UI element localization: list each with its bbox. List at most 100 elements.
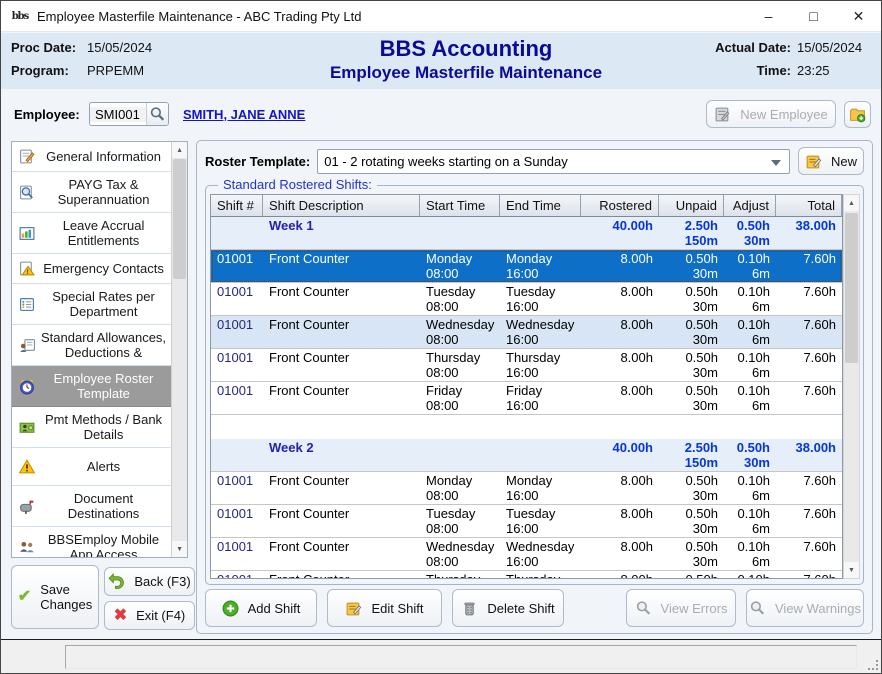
- sidebar-item-label: Emergency Contacts: [40, 261, 167, 276]
- sidebar-scrollbar-thumb[interactable]: [173, 159, 186, 279]
- sidebar-item-pmt-methods[interactable]: Pmt Methods / Bank Details: [12, 407, 171, 448]
- blank-row: [211, 415, 842, 439]
- mailbox-icon: [16, 498, 38, 515]
- actual-date-label: Actual Date:: [715, 40, 791, 55]
- sidebar-item-bbsemploy-mobile-app[interactable]: BBSEmploy Mobile App Access: [12, 527, 171, 558]
- sidebar-item-label: Document Destinations: [40, 491, 167, 521]
- adjust-hours: 0.10h: [730, 506, 770, 521]
- unpaid-minutes: 30m: [665, 488, 718, 503]
- shift-row[interactable]: 01001 Front Counter Wednesday08:00 Wedne…: [211, 316, 842, 349]
- sidebar-scrollbar[interactable]: ▲ ▼: [171, 142, 187, 557]
- shift-number: 01001: [217, 539, 257, 554]
- proc-date-value: 15/05/2024: [87, 40, 152, 55]
- employee-name-link[interactable]: SMITH, JANE ANNE: [183, 107, 305, 122]
- view-errors-button[interactable]: View Errors: [626, 589, 736, 627]
- view-warnings-button[interactable]: View Warnings: [746, 589, 864, 627]
- week-adjust-minutes: 30m: [730, 233, 770, 248]
- app-title: BBS Accounting: [256, 36, 676, 62]
- save-changes-button[interactable]: ✔ Save Changes: [11, 565, 99, 629]
- end-time: 16:00: [506, 398, 575, 413]
- bank-money-icon: [16, 419, 38, 436]
- edit-shift-label: Edit Shift: [371, 601, 423, 616]
- add-shift-button[interactable]: Add Shift: [205, 589, 317, 627]
- shift-row[interactable]: 01001 Front Counter Tuesday08:00 Tuesday…: [211, 283, 842, 316]
- week-unpaid-hours: 2.50h: [665, 440, 718, 455]
- column-header[interactable]: Rostered: [581, 195, 659, 216]
- week-summary-row: Week 2 40.00h 2.50h150m 0.50h30m 38.00h: [211, 439, 842, 472]
- column-header[interactable]: Adjust: [724, 195, 776, 216]
- shift-row[interactable]: 01001 Front Counter Wednesday08:00 Wedne…: [211, 538, 842, 571]
- sidebar-item-leave-accrual[interactable]: Leave Accrual Entitlements: [12, 213, 171, 254]
- sidebar-item-alerts[interactable]: Alerts: [12, 448, 171, 486]
- sidebar-item-standard-allowances[interactable]: Standard Allowances, Deductions &: [12, 325, 171, 366]
- view-errors-label: View Errors: [661, 601, 728, 616]
- column-header[interactable]: End Time: [500, 195, 581, 216]
- column-header[interactable]: Shift Description: [263, 195, 420, 216]
- shift-row[interactable]: 01001 Front Counter Thursday08:00 Thursd…: [211, 349, 842, 382]
- sidebar-item-employee-roster-template[interactable]: Employee Roster Template: [12, 366, 171, 407]
- new-roster-label: New: [831, 154, 857, 169]
- total-hours: 7.60h: [782, 284, 836, 299]
- sidebar-item-special-rates[interactable]: Special Rates per Department: [12, 284, 171, 325]
- new-employee-label: New Employee: [740, 107, 827, 122]
- column-header[interactable]: Shift #: [211, 195, 263, 216]
- window-title: Employee Masterfile Maintenance - ABC Tr…: [37, 9, 361, 24]
- table-scrollbar[interactable]: ▲ ▼: [843, 194, 860, 579]
- week-summary-row: Week 1 40.00h 2.50h150m 0.50h30m 38.00h: [211, 217, 842, 250]
- shift-row[interactable]: 01001 Front Counter Monday08:00 Monday16…: [211, 250, 842, 283]
- new-employee-button[interactable]: New Employee: [706, 100, 836, 128]
- start-time: 08:00: [426, 488, 494, 503]
- total-hours: 7.60h: [782, 350, 836, 365]
- sidebar-item-general-information[interactable]: General Information: [12, 142, 171, 172]
- exit-button[interactable]: ✖ Exit (F4): [104, 601, 195, 630]
- roster-template-select[interactable]: 01 - 2 rotating weeks starting on a Sund…: [317, 149, 790, 174]
- column-header[interactable]: Total: [776, 195, 842, 216]
- sidebar-item-emergency-contacts[interactable]: ! Emergency Contacts: [12, 254, 171, 284]
- close-button[interactable]: ✕: [836, 1, 881, 31]
- week-label: Week 1: [269, 218, 414, 233]
- open-employee-folder-button[interactable]: [844, 101, 871, 128]
- total-hours: 7.60h: [782, 251, 836, 266]
- scroll-up-icon[interactable]: ▲: [844, 195, 859, 211]
- unpaid-hours: 0.50h: [665, 539, 718, 554]
- shift-description: Front Counter: [269, 383, 414, 398]
- end-time: 16:00: [506, 521, 575, 536]
- week-unpaid-minutes: 150m: [665, 233, 718, 248]
- shift-description: Front Counter: [269, 317, 414, 332]
- shift-row[interactable]: 01001 Front Counter Thursday08:00 Thursd…: [211, 571, 842, 579]
- sidebar-item-document-destinations[interactable]: Document Destinations: [12, 486, 171, 527]
- delete-shift-button[interactable]: Delete Shift: [452, 589, 564, 627]
- new-roster-button[interactable]: New: [798, 147, 864, 175]
- start-time: 08:00: [426, 398, 494, 413]
- sidebar-item-payg-tax[interactable]: PAYG Tax & Superannuation: [12, 172, 171, 213]
- unpaid-minutes: 30m: [665, 365, 718, 380]
- employee-code-input[interactable]: [90, 107, 146, 122]
- scroll-down-icon[interactable]: ▼: [844, 562, 859, 578]
- shifts-table-header: Shift # Shift Description Start Time End…: [211, 195, 842, 217]
- time-value: 23:25: [797, 63, 869, 78]
- back-button[interactable]: Back (F3): [104, 567, 195, 596]
- roster-clock-icon: [16, 378, 38, 395]
- start-day: Wednesday: [426, 317, 494, 332]
- start-day: Thursday: [426, 572, 494, 579]
- adjust-hours: 0.10h: [730, 284, 770, 299]
- sidebar-item-label: Special Rates per Department: [40, 289, 167, 319]
- end-day: Monday: [506, 251, 575, 266]
- scroll-up-icon[interactable]: ▲: [172, 142, 187, 158]
- end-day: Friday: [506, 383, 575, 398]
- employee-search-button[interactable]: [146, 103, 168, 125]
- unpaid-hours: 0.50h: [665, 350, 718, 365]
- shift-row[interactable]: 01001 Front Counter Friday08:00 Friday16…: [211, 382, 842, 415]
- shift-row[interactable]: 01001 Front Counter Tuesday08:00 Tuesday…: [211, 505, 842, 538]
- edit-shift-button[interactable]: Edit Shift: [327, 589, 442, 627]
- column-header[interactable]: Unpaid: [659, 195, 724, 216]
- scroll-down-icon[interactable]: ▼: [172, 541, 187, 557]
- adjust-hours: 0.10h: [730, 572, 770, 579]
- end-time: 16:00: [506, 365, 575, 380]
- table-scrollbar-thumb[interactable]: [845, 213, 858, 363]
- maximize-button[interactable]: □: [791, 1, 836, 31]
- minimize-button[interactable]: –: [746, 1, 791, 31]
- resize-grip[interactable]: [868, 660, 878, 670]
- shift-row[interactable]: 01001 Front Counter Monday08:00 Monday16…: [211, 472, 842, 505]
- column-header[interactable]: Start Time: [420, 195, 500, 216]
